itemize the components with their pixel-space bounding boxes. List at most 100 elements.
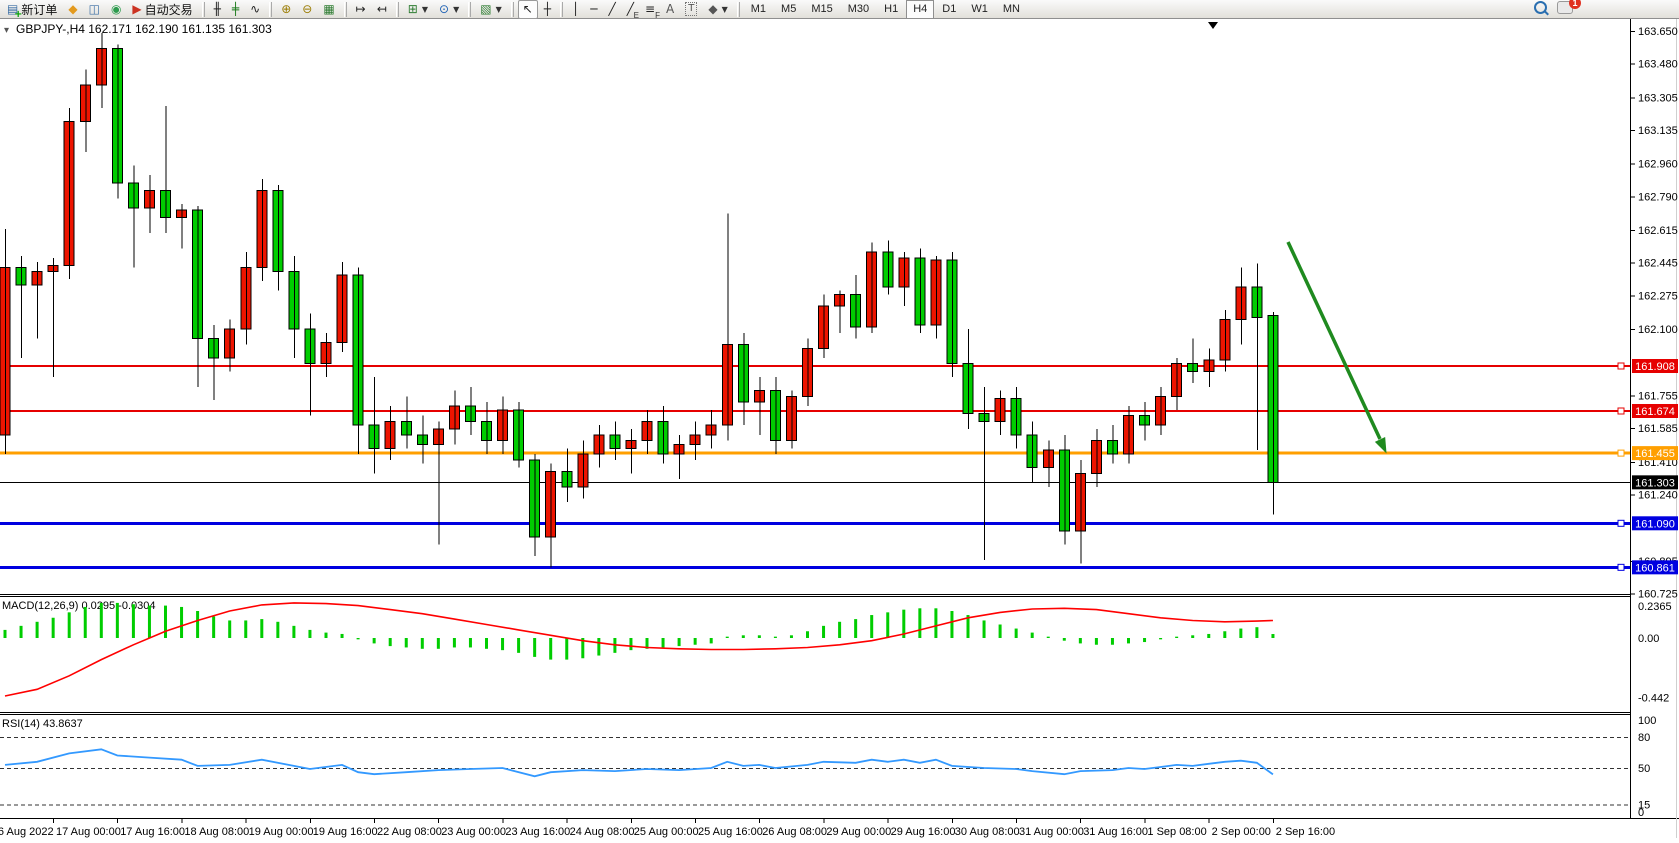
auto-scroll-button[interactable]: ↦ bbox=[351, 0, 371, 19]
chart-surface[interactable]: 163.650163.480163.305163.135162.960162.7… bbox=[0, 19, 1679, 843]
macd-histogram-bar bbox=[228, 620, 231, 638]
macd-axis-label: 0.2365 bbox=[1638, 601, 1672, 613]
rsi-axis-label: 100 bbox=[1638, 715, 1656, 727]
line-handle[interactable] bbox=[1618, 363, 1624, 369]
tile-windows-button[interactable]: ▦ bbox=[318, 0, 339, 19]
trend-arrow-annotation[interactable] bbox=[1288, 242, 1380, 439]
candlestick-chart-icon: ╪ bbox=[232, 1, 239, 18]
line-handle[interactable] bbox=[1618, 408, 1624, 414]
macd-axis-label: -0.442 bbox=[1638, 693, 1669, 705]
timeframe-h4[interactable]: H4 bbox=[906, 0, 934, 19]
crosshair-button[interactable]: ┼ bbox=[539, 0, 556, 19]
time-axis-label: 2 Sep 00:00 bbox=[1212, 826, 1271, 838]
cursor-button[interactable]: ↖ bbox=[518, 0, 538, 19]
macd-histogram-bar bbox=[373, 638, 376, 643]
market-watch-button[interactable]: ◆ bbox=[63, 0, 82, 19]
chart-title: GBPJPY-,H4 162.171 162.190 161.135 161.3… bbox=[16, 22, 272, 36]
zoom-out-button[interactable]: ⊖ bbox=[297, 0, 317, 19]
level-price-tag-label: 161.908 bbox=[1635, 361, 1675, 373]
autotrading-button-label: 自动交易 bbox=[145, 1, 193, 18]
macd-histogram-bar bbox=[565, 638, 568, 660]
price-chart[interactable]: 163.650163.480163.305163.135162.960162.7… bbox=[0, 19, 1679, 838]
mt4-window: { "toolbar": { "groups": [ {"items":[ {"… bbox=[0, 0, 1679, 838]
level-price-tag-label: 161.674 bbox=[1635, 406, 1675, 418]
cursor-icon: ↖ bbox=[523, 1, 533, 18]
line-handle[interactable] bbox=[1618, 564, 1624, 570]
macd-histogram-bar bbox=[1047, 637, 1050, 638]
dropdown-caret-icon[interactable]: ▼ bbox=[496, 5, 502, 14]
period-button[interactable]: ⊙▼ bbox=[434, 0, 464, 19]
trend-arrow-head[interactable] bbox=[1375, 437, 1387, 453]
macd-histogram-bar bbox=[501, 638, 504, 650]
chart-context-icon[interactable]: ▾ bbox=[4, 25, 9, 36]
zoom-in-button[interactable]: ⊕ bbox=[276, 0, 296, 19]
equidistant-channel-icon: ╱E bbox=[627, 1, 634, 18]
macd-histogram-bar bbox=[212, 616, 215, 638]
macd-histogram-bar bbox=[453, 638, 456, 647]
timeframe-m15[interactable]: M15 bbox=[804, 0, 839, 19]
macd-histogram-bar bbox=[1111, 638, 1114, 645]
line-handle[interactable] bbox=[1618, 450, 1624, 456]
time-axis-label: 29 Aug 00:00 bbox=[826, 826, 891, 838]
search-button[interactable] bbox=[1534, 1, 1547, 17]
navigator-button[interactable]: ◫ bbox=[84, 0, 105, 19]
horizontal-line-button[interactable]: ─ bbox=[585, 0, 602, 19]
toolbar-separator bbox=[560, 2, 563, 17]
timeframe-mn[interactable]: MN bbox=[996, 0, 1027, 19]
bar-chart-button[interactable]: ╫ bbox=[209, 0, 226, 19]
bar-chart-icon: ╫ bbox=[214, 1, 221, 18]
timeframe-w1[interactable]: W1 bbox=[964, 0, 995, 19]
macd-histogram-bar bbox=[726, 637, 729, 638]
trendline-button[interactable]: ╱ bbox=[604, 0, 621, 19]
text-button[interactable]: A bbox=[661, 0, 679, 19]
candlestick-chart-button[interactable]: ╪ bbox=[227, 0, 244, 19]
time-axis-label: 16 Aug 2022 bbox=[0, 826, 54, 838]
timeframe-m1[interactable]: M1 bbox=[744, 0, 773, 19]
shapes-button[interactable]: ◆▼ bbox=[703, 0, 732, 19]
channel-button[interactable]: ╱E bbox=[622, 0, 639, 19]
chart-shift-marker-icon[interactable] bbox=[1208, 22, 1218, 29]
price-axis-label: 163.480 bbox=[1638, 59, 1678, 71]
chart-shift-button[interactable]: ↤ bbox=[372, 0, 392, 19]
macd-histogram-bar bbox=[806, 631, 809, 638]
timeframe-h1[interactable]: H1 bbox=[877, 0, 905, 19]
timeframe-m5[interactable]: M5 bbox=[774, 0, 803, 19]
label-button[interactable]: T bbox=[680, 0, 702, 19]
dropdown-caret-icon[interactable]: ▼ bbox=[722, 5, 728, 14]
fibonacci-button[interactable]: ≡F bbox=[640, 0, 660, 19]
price-axis-label: 162.790 bbox=[1638, 191, 1678, 203]
navigator-icon: ◫ bbox=[89, 1, 100, 18]
dropdown-caret-icon[interactable]: ▼ bbox=[422, 5, 428, 14]
time-axis-label: 25 Aug 00:00 bbox=[634, 826, 699, 838]
macd-histogram-bar bbox=[148, 606, 151, 638]
time-axis-label: 17 Aug 00:00 bbox=[56, 826, 121, 838]
macd-histogram-bar bbox=[1175, 637, 1178, 638]
notifications-button[interactable]: 1 bbox=[1557, 1, 1573, 17]
dropdown-caret-icon[interactable]: ▼ bbox=[453, 5, 459, 14]
macd-histogram-bar bbox=[276, 622, 279, 638]
plus-overlay-icon: + bbox=[14, 10, 22, 20]
macd-histogram-bar bbox=[1255, 627, 1258, 638]
line-chart-button[interactable]: ∿ bbox=[245, 0, 265, 19]
vertical-line-icon: │ bbox=[572, 1, 579, 18]
autotrading-button[interactable]: ▶自动交易 bbox=[127, 0, 197, 19]
toolbar-right-group: 1 bbox=[1534, 1, 1573, 17]
price-axis-label: 163.650 bbox=[1638, 26, 1678, 38]
level-price-tag-label: 161.090 bbox=[1635, 518, 1675, 530]
timeframe-m30[interactable]: M30 bbox=[841, 0, 876, 19]
indicators-button[interactable]: ⊞▼ bbox=[403, 0, 433, 19]
macd-histogram-bar bbox=[292, 626, 295, 638]
line-handle[interactable] bbox=[1618, 520, 1624, 526]
macd-histogram-bar bbox=[517, 638, 520, 653]
macd-histogram-bar bbox=[678, 638, 681, 646]
current-price-tag-label: 161.303 bbox=[1635, 477, 1675, 489]
new-order-button[interactable]: ▤+新订单 bbox=[2, 0, 62, 19]
vertical-line-button[interactable]: │ bbox=[567, 0, 584, 19]
timeframe-d1[interactable]: D1 bbox=[935, 0, 963, 19]
macd-histogram-bar bbox=[132, 604, 135, 638]
macd-histogram-bar bbox=[918, 608, 921, 638]
macd-histogram-bar bbox=[100, 603, 103, 638]
terminal-button[interactable]: ◉ bbox=[106, 0, 126, 19]
template-button[interactable]: ▧▼ bbox=[475, 0, 507, 19]
macd-histogram-bar bbox=[68, 612, 71, 638]
